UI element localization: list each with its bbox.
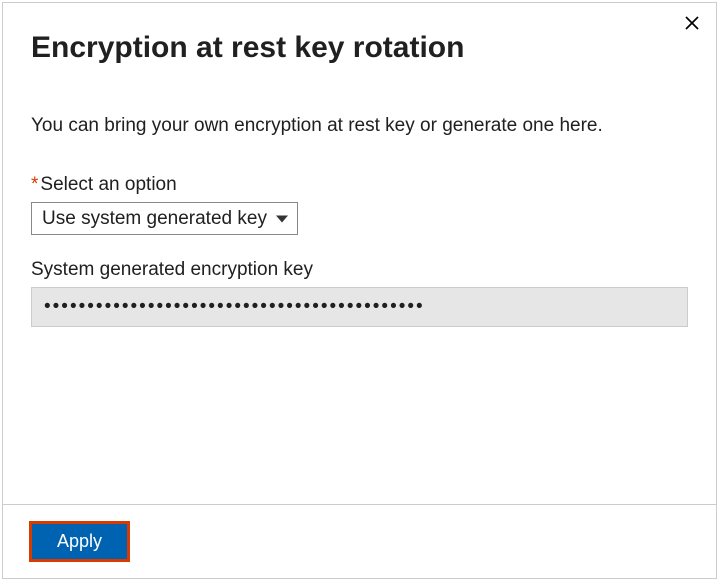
close-button[interactable] [680,11,704,35]
dialog-content: Encryption at rest key rotation You can … [3,3,716,504]
dialog-footer: Apply [3,504,716,578]
key-field-group: System generated encryption key [31,259,688,327]
encryption-rotation-dialog: Encryption at rest key rotation You can … [2,2,717,579]
dialog-description: You can bring your own encryption at res… [31,113,688,140]
option-select[interactable]: Use system generated key [31,202,298,235]
apply-button[interactable]: Apply [31,523,128,560]
generated-key-field [31,287,688,327]
dialog-title: Encryption at rest key rotation [31,31,688,65]
key-label: System generated encryption key [31,259,688,281]
required-indicator: * [31,174,38,195]
option-field-group: *Select an option Use system generated k… [31,174,688,235]
option-label: *Select an option [31,174,688,196]
option-select-wrap: Use system generated key [31,202,298,235]
close-icon [683,14,701,32]
option-label-text: Select an option [40,174,176,195]
